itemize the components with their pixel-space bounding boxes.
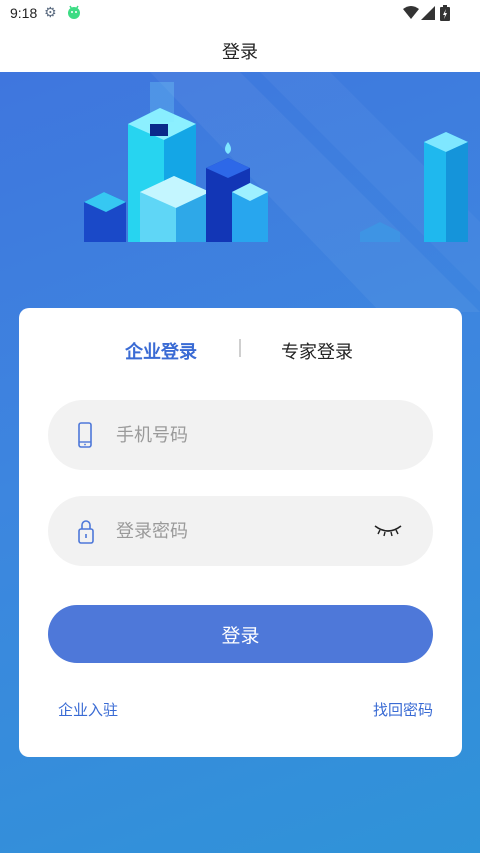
lock-icon bbox=[78, 520, 94, 544]
phone-input[interactable] bbox=[116, 400, 366, 470]
hero-background: 企业登录 专家登录 手机号码 登录 企业入驻 找回密码 bbox=[0, 72, 480, 853]
tab-enterprise-login[interactable]: 企业登录 bbox=[125, 338, 197, 364]
status-time: 9:18 bbox=[10, 5, 38, 21]
signal-icon bbox=[421, 6, 435, 20]
battery-icon bbox=[440, 5, 450, 21]
phone-field bbox=[48, 400, 433, 470]
tab-expert-login[interactable]: 专家登录 bbox=[281, 338, 353, 364]
wifi-icon bbox=[403, 6, 419, 19]
password-field bbox=[48, 496, 433, 566]
enterprise-register-link[interactable]: 企业入驻 bbox=[58, 699, 118, 720]
gear-icon: ⚙ bbox=[44, 5, 57, 21]
forgot-password-link[interactable]: 找回密码 bbox=[373, 699, 433, 720]
login-card: 企业登录 专家登录 手机号码 登录 企业入驻 找回密码 bbox=[19, 308, 462, 757]
eye-closed-icon[interactable] bbox=[373, 523, 403, 537]
nav-bar: 登录 bbox=[0, 28, 480, 72]
android-icon bbox=[68, 5, 80, 19]
city-illustration bbox=[84, 72, 480, 312]
login-button[interactable]: 登录 bbox=[48, 605, 433, 663]
password-input[interactable] bbox=[116, 496, 366, 566]
status-bar: 9:18 ⚙ bbox=[0, 0, 480, 28]
tab-divider bbox=[239, 339, 241, 357]
page-title: 登录 bbox=[222, 42, 258, 63]
phone-icon bbox=[78, 422, 92, 448]
